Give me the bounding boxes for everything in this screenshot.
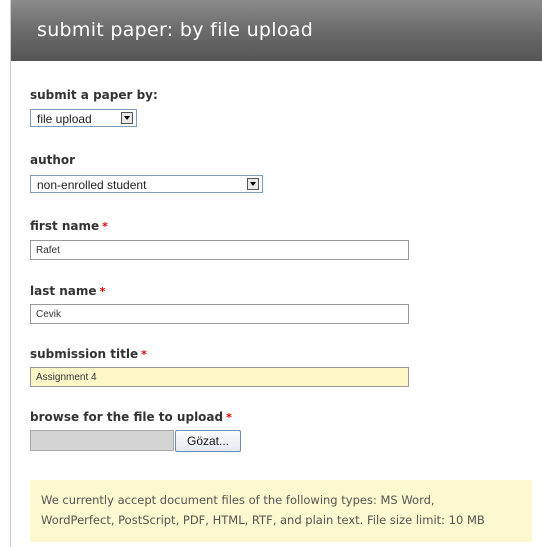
required-marker: * [102,220,108,233]
file-upload-label: browse for the file to upload * [30,410,232,424]
submission-title-value: Assignment 4 [36,372,97,383]
first-name-value: Rafet [36,245,60,256]
author-value: non-enrolled student [37,178,147,192]
author-label-text: author [30,153,76,167]
chevron-down-icon[interactable] [121,112,133,124]
author-select[interactable]: non-enrolled student [30,175,263,193]
submission-title-label-text: submission title [30,347,139,361]
file-upload-label-text: browse for the file to upload [30,410,224,424]
last-name-value: Cevik [36,309,62,320]
submit-by-label: submit a paper by: [30,88,158,102]
file-types-notice: We currently accept document files of th… [30,480,532,542]
required-marker: * [141,348,147,361]
first-name-label-text: first name [30,219,100,233]
notice-line-1: We currently accept document files of th… [41,493,435,507]
first-name-field[interactable]: Rafet [30,240,409,260]
required-marker: * [226,411,232,424]
browse-button[interactable]: Gözat... [175,430,241,452]
submit-by-label-text: submit a paper by: [30,88,158,102]
submission-title-field[interactable]: Assignment 4 [30,367,409,387]
submit-by-value: file upload [37,112,92,126]
last-name-label-text: last name [30,284,97,298]
submit-paper-panel: submit paper: by file upload submit a pa… [10,0,542,547]
submit-by-select[interactable]: file upload [30,109,137,127]
required-marker: * [99,285,106,298]
file-path-field[interactable] [30,430,174,451]
page-title: submit paper: by file upload [37,19,314,41]
first-name-label: first name * [30,219,108,233]
last-name-label: last name * [30,284,105,298]
submission-title-label: submission title * [30,347,147,361]
notice-line-2: WordPerfect, PostScript, PDF, HTML, RTF,… [41,513,485,527]
author-label: author [30,153,75,167]
chevron-down-icon[interactable] [247,178,259,190]
page-header: submit paper: by file upload [11,0,542,61]
last-name-field[interactable]: Cevik [30,304,409,324]
